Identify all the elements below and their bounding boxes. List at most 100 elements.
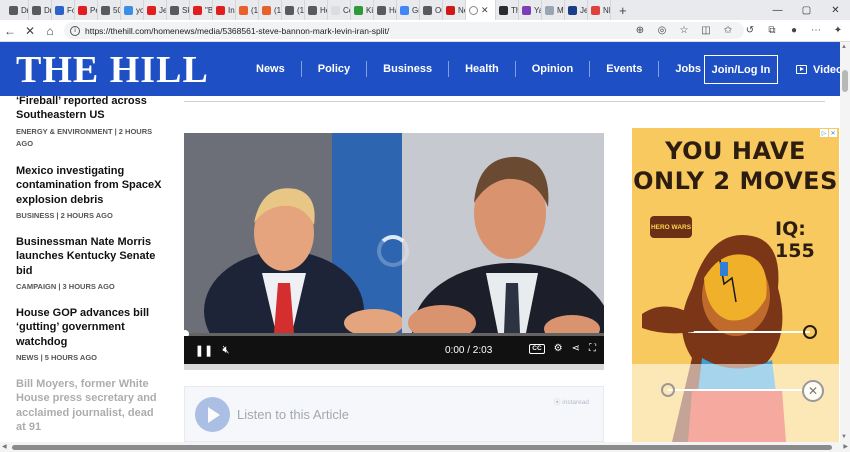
browser-tab[interactable]: Pe: [75, 0, 98, 20]
new-tab-button[interactable]: +: [613, 3, 633, 18]
more-menu-icon[interactable]: ⋯: [808, 22, 824, 38]
stop-loading-icon[interactable]: ✕: [20, 21, 40, 41]
tab-label: "Bl: [205, 5, 213, 15]
browser-tab[interactable]: yo: [121, 0, 144, 20]
site-logo[interactable]: THE HILL: [16, 51, 209, 89]
zoom-icon[interactable]: ⊕: [632, 22, 648, 38]
browser-tab[interactable]: (10: [236, 0, 259, 20]
browser-tab[interactable]: Kir: [351, 0, 374, 20]
news-list-item[interactable]: Businessman Nate Morris launches Kentuck…: [16, 235, 166, 293]
history-icon[interactable]: ↺: [742, 22, 758, 38]
instaread-badge: ⦿ instaread: [553, 399, 589, 406]
profile-avatar-icon[interactable]: ●: [786, 22, 802, 38]
browser-tab[interactable]: (10: [282, 0, 305, 20]
mute-icon[interactable]: 🔇︎: [215, 344, 237, 357]
news-list-item[interactable]: Bill Moyers, former White House press se…: [16, 377, 166, 434]
collections-icon[interactable]: ⧉: [764, 22, 780, 38]
share-icon[interactable]: ⋖: [572, 343, 580, 354]
browser-tab[interactable]: Jer: [565, 0, 588, 20]
browser-tab[interactable]: Ne: [443, 0, 466, 20]
scroll-right-arrow-icon[interactable]: ▶: [843, 443, 848, 450]
favorite-star-icon[interactable]: ☆: [676, 22, 692, 38]
scroll-left-arrow-icon[interactable]: ◀: [2, 443, 7, 450]
news-list-item[interactable]: ‘Fireball’ reported across Southeastern …: [16, 94, 166, 150]
news-meta[interactable]: CAMPAIGN | 3 HOURS AGO: [16, 281, 166, 293]
copilot-icon[interactable]: ✦: [830, 22, 846, 38]
nav-link-health[interactable]: Health: [448, 61, 515, 77]
browser-tab[interactable]: Jer: [144, 0, 167, 20]
login-button[interactable]: Join/Log In: [704, 55, 778, 84]
browser-tab[interactable]: Gr: [397, 0, 420, 20]
browser-tab[interactable]: In: [213, 0, 236, 20]
vertical-scrollbar[interactable]: ▲ ▼: [840, 42, 850, 442]
video-current-time: 0:00: [445, 345, 465, 356]
horizontal-scrollbar[interactable]: ◀ ▶: [0, 442, 850, 452]
tab-label: yo: [136, 5, 144, 15]
browser-tab[interactable]: Th: [496, 0, 519, 20]
ad-close-icon[interactable]: ✕: [802, 380, 824, 402]
tab-label: Kir: [366, 5, 374, 15]
nav-link-events[interactable]: Events: [589, 61, 658, 77]
scroll-up-arrow-icon[interactable]: ▲: [841, 44, 847, 50]
tab-label: (10: [297, 5, 305, 15]
nav-link-policy[interactable]: Policy: [300, 61, 366, 77]
vertical-scroll-thumb[interactable]: [842, 70, 848, 92]
browser-tab[interactable]: Ou: [420, 0, 443, 20]
news-headline[interactable]: Businessman Nate Morris launches Kentuck…: [16, 235, 166, 278]
video-nav-button[interactable]: Video: [786, 55, 843, 84]
settings-gear-icon[interactable]: ⚙: [554, 343, 563, 354]
browser-tab[interactable]: Co: [328, 0, 351, 20]
browser-tab[interactable]: NF: [588, 0, 611, 20]
browser-tab[interactable]: (10: [259, 0, 282, 20]
browser-tab[interactable]: Fo: [52, 0, 75, 20]
minimize-button[interactable]: —: [763, 0, 792, 20]
news-list-item[interactable]: Mexico investigating contamination from …: [16, 164, 166, 222]
news-meta[interactable]: BUSINESS | 2 HOURS AGO: [16, 210, 166, 222]
favorites-icon[interactable]: ✩: [720, 22, 736, 38]
nav-link-opinion[interactable]: Opinion: [514, 61, 590, 77]
tab-favicon-icon: [285, 5, 294, 15]
tab-favicon-icon: [239, 5, 248, 15]
tab-favicon-icon: [193, 5, 202, 15]
browser-tab[interactable]: Ya: [519, 0, 542, 20]
browser-tab-strip: Dr Dr. Fo Pe 50 yo Jer Sk "Bl In (10 (10 (10 Ho Co Kir H…: [0, 0, 850, 20]
toolbar-icons: ⊕ ◎ ☆ ◫ ✩ ↺ ⧉ ● ⋯ ✦: [632, 22, 846, 38]
browser-tab[interactable]: Sk: [167, 0, 190, 20]
ad-headline: YOU HAVE ONLY 2 MOVES: [632, 136, 839, 196]
news-meta[interactable]: NEWS | 5 HOURS AGO: [16, 352, 166, 364]
horizontal-scroll-thumb[interactable]: [12, 445, 832, 450]
maximize-button[interactable]: ▢: [792, 0, 821, 20]
browser-tab[interactable]: Ha: [374, 0, 397, 20]
split-screen-icon[interactable]: ◫: [698, 22, 714, 38]
news-meta[interactable]: ENERGY & ENVIRONMENT | 2 HOURS AGO: [16, 126, 166, 150]
audio-play-icon[interactable]: [195, 397, 230, 432]
browser-tab[interactable]: 50: [98, 0, 121, 20]
fullscreen-icon[interactable]: ⛶: [589, 343, 596, 354]
closed-captions-button[interactable]: CC: [529, 343, 545, 354]
news-headline[interactable]: Bill Moyers, former White House press se…: [16, 377, 166, 434]
listen-to-article-widget[interactable]: Listen to this Article ⦿ instaread: [184, 386, 604, 442]
site-info-icon[interactable]: i: [70, 25, 80, 36]
news-headline[interactable]: ‘Fireball’ reported across Southeastern …: [16, 94, 166, 123]
scroll-down-arrow-icon[interactable]: ▼: [841, 434, 847, 440]
back-arrow-icon[interactable]: ←: [0, 21, 20, 41]
browser-tab[interactable]: M: [542, 0, 565, 20]
tab-favicon-icon: [400, 5, 409, 15]
browser-tab[interactable]: "Bl: [190, 0, 213, 20]
nav-link-news[interactable]: News: [240, 61, 301, 77]
tab-close-icon[interactable]: ✕: [481, 5, 489, 16]
reading-mode-icon[interactable]: ◎: [654, 22, 670, 38]
browser-tab[interactable]: Dr: [6, 0, 29, 20]
news-headline[interactable]: Mexico investigating contamination from …: [16, 164, 166, 207]
close-window-button[interactable]: ✕: [821, 0, 850, 20]
home-icon[interactable]: ⌂: [40, 21, 60, 41]
news-headline[interactable]: House GOP advances bill ‘gutting’ govern…: [16, 306, 166, 349]
browser-tab[interactable]: Dr.: [29, 0, 52, 20]
url-text[interactable]: https://thehill.com/homenews/media/53685…: [85, 26, 389, 36]
nav-link-business[interactable]: Business: [366, 61, 448, 77]
pause-icon[interactable]: ❚❚: [193, 344, 215, 357]
browser-tab-active[interactable]: ✕: [466, 0, 496, 20]
video-player[interactable]: ❚❚ 🔇︎ 0:00 / 2:03 CC ⚙ ⋖ ⛶: [184, 133, 604, 364]
browser-tab[interactable]: Ho: [305, 0, 328, 20]
news-list-item[interactable]: House GOP advances bill ‘gutting’ govern…: [16, 306, 166, 364]
